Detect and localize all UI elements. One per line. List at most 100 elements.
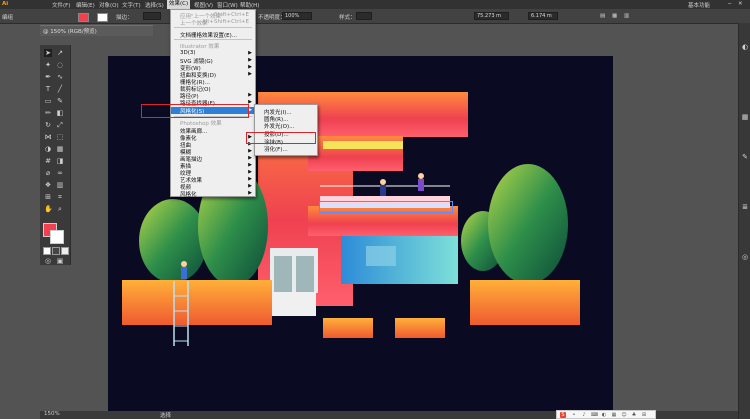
effect-menu-item[interactable]: 裁剪标记(O) [171,85,255,93]
menu-type[interactable]: 文字(T) [122,1,141,9]
effect-menu-item[interactable]: 扭曲 ▶ [171,141,255,149]
menu-effect[interactable]: 效果(C) [167,0,191,9]
workspace-switcher[interactable]: 基本功能 [688,1,710,9]
effect-menu-item[interactable]: 视频 ▶ [171,183,255,191]
effect-menu-item[interactable]: 栅格化(R)... [171,78,255,86]
color-mode-icon[interactable] [43,247,51,255]
stroke-swatch[interactable] [97,13,108,22]
effect-menu-item[interactable]: 画笔描边 ▶ [171,155,255,163]
menu-bar: Ai 文件(F) 编辑(E) 对象(O) 文字(T) 选择(S) 效果(C) 视… [0,0,750,9]
effect-menu-item[interactable]: 像素化 ▶ [171,134,255,142]
none-mode-icon[interactable] [61,247,69,255]
width-tool-icon[interactable]: ⋈ [44,133,52,141]
magic-wand-tool-icon[interactable]: ✦ [44,61,52,69]
object-type-label: 编组 [2,15,14,21]
layers-panel-icon[interactable]: ≣ [741,203,749,211]
rectangle-tool-icon[interactable]: ▭ [44,97,52,105]
effect-menu-item[interactable]: SVG 滤镜(G) ▶ [171,57,255,65]
effect-menu-item[interactable]: 应用"上一个效果" Shift+Ctrl+E [171,12,255,20]
menu-file[interactable]: 文件(F) [52,1,70,9]
menu-object[interactable]: 对象(O) [99,1,119,9]
stylize-item[interactable]: 羽化(F)... [255,145,317,153]
stroke-color-swatch[interactable] [50,230,64,244]
menu-select[interactable]: 选择(S) [145,1,164,9]
graph-tool-icon[interactable]: ▥ [56,181,64,189]
screen-mode-icon[interactable]: ▣ [56,257,64,265]
effect-menu-item[interactable]: 风格化 ▶ [171,190,255,198]
align-icon[interactable]: ▤ [600,13,605,19]
shape-builder-tool-icon[interactable]: ◑ [44,145,52,153]
pencil-tool-icon[interactable]: ✏ [44,109,52,117]
lasso-tool-icon[interactable]: ◌ [56,61,64,69]
input-method-icon[interactable]: S [560,412,566,418]
effect-menu-item[interactable]: 艺术效果 ▶ [171,176,255,184]
effect-menu-item[interactable]: 文档栅格效果设置(E)... [171,31,255,39]
artboard-tool-icon[interactable]: ⊞ [44,193,52,201]
curvature-tool-icon[interactable]: ∿ [56,73,64,81]
symbol-sprayer-tool-icon[interactable]: ❖ [44,181,52,189]
effect-menu-item[interactable]: 变形(W) ▶ [171,64,255,72]
selection-bounding-box[interactable] [319,201,453,213]
pen-tool-icon[interactable]: ✒ [44,73,52,81]
menu-edit[interactable]: 编辑(E) [76,1,95,9]
window-close-icon[interactable]: ✕ [738,1,743,7]
grid-icon[interactable]: ▦ [611,412,617,418]
arrange-icon[interactable]: ▥ [624,13,629,19]
color-panel-icon[interactable]: ◐ [741,43,749,51]
swatches-panel-icon[interactable]: ▦ [741,113,749,121]
style-picker[interactable] [356,12,372,20]
gradient-tool-icon[interactable]: ◨ [56,157,64,165]
stylize-item[interactable]: 圆角(R)... [255,115,317,123]
appearance-panel-icon[interactable]: ◎ [741,253,749,261]
effect-menu-item[interactable]: 3D(3) ▶ [171,50,255,57]
line-tool-icon[interactable]: ╱ [56,85,64,93]
direct-selection-tool-icon[interactable]: ↗ [56,49,64,57]
stylize-item[interactable]: 内发光(I)... [255,108,317,116]
minimize-icon[interactable]: ─ [728,1,731,7]
apps-icon[interactable]: ⊞ [641,412,647,418]
perspective-grid-tool-icon[interactable]: ▦ [56,145,64,153]
menu-window[interactable]: 窗口(W) [217,1,238,9]
x-input[interactable]: 75.273 m [474,12,509,20]
effect-menu-item[interactable]: 扭曲和变换(D) ▶ [171,71,255,79]
mesh-tool-icon[interactable]: # [44,157,52,165]
mic-icon[interactable]: ♪ [581,412,587,418]
effect-menu-item[interactable]: 路径(P) ▶ [171,92,255,100]
slice-tool-icon[interactable]: ⌗ [56,193,64,201]
hand-tool-icon[interactable]: ✋ [44,205,53,213]
type-tool-icon[interactable]: T [44,85,52,93]
scale-tool-icon[interactable]: ⤢ [56,121,64,129]
effect-menu-item[interactable]: 素描 ▶ [171,162,255,170]
paintbrush-tool-icon[interactable]: ✎ [56,97,64,105]
w-input[interactable]: 6.174 m [528,12,558,20]
fill-swatch[interactable] [78,13,89,22]
zoom-tool-icon[interactable]: ⌕ [56,205,64,213]
free-transform-tool-icon[interactable]: ⬚ [56,133,64,141]
eyedropper-tool-icon[interactable]: ⌀ [44,169,52,177]
skin-icon[interactable]: ◐ [601,412,607,418]
stroke-weight-input[interactable] [143,12,161,20]
effect-menu-item[interactable]: 上一个效果 Alt+Shift+Ctrl+E [171,19,255,27]
opacity-input[interactable]: 100% [282,12,312,20]
punctuation-icon[interactable]: • [571,412,577,418]
user-icon[interactable]: ☺ [621,412,627,418]
effect-menu-section-header: Photoshop 效果 [180,121,222,127]
shirt-icon[interactable]: ♣ [631,412,637,418]
effect-menu-item[interactable]: 模糊 ▶ [171,148,255,156]
menu-view[interactable]: 视图(V) [194,1,213,9]
keyboard-icon[interactable]: ⌨ [591,412,598,418]
zoom-level[interactable]: 150% [44,411,60,417]
rotate-tool-icon[interactable]: ↻ [44,121,52,129]
selection-tool-icon[interactable]: ➤ [44,49,52,57]
blend-tool-icon[interactable]: ∞ [56,169,64,177]
eraser-tool-icon[interactable]: ◧ [56,109,64,117]
gradient-mode-icon[interactable] [52,247,60,255]
stylize-item[interactable]: 外发光(O)... [255,122,317,130]
draw-mode-icon[interactable]: ◎ [44,257,52,265]
menu-help[interactable]: 帮助(H) [240,1,259,9]
brushes-panel-icon[interactable]: ✎ [741,153,749,161]
effect-menu-item[interactable]: 效果画廊... [171,127,255,135]
effect-menu-item[interactable]: 纹理 ▶ [171,169,255,177]
transform-icon[interactable]: ▦ [612,13,617,19]
document-tab[interactable]: @ 150% (RGB/预览) [40,25,153,36]
